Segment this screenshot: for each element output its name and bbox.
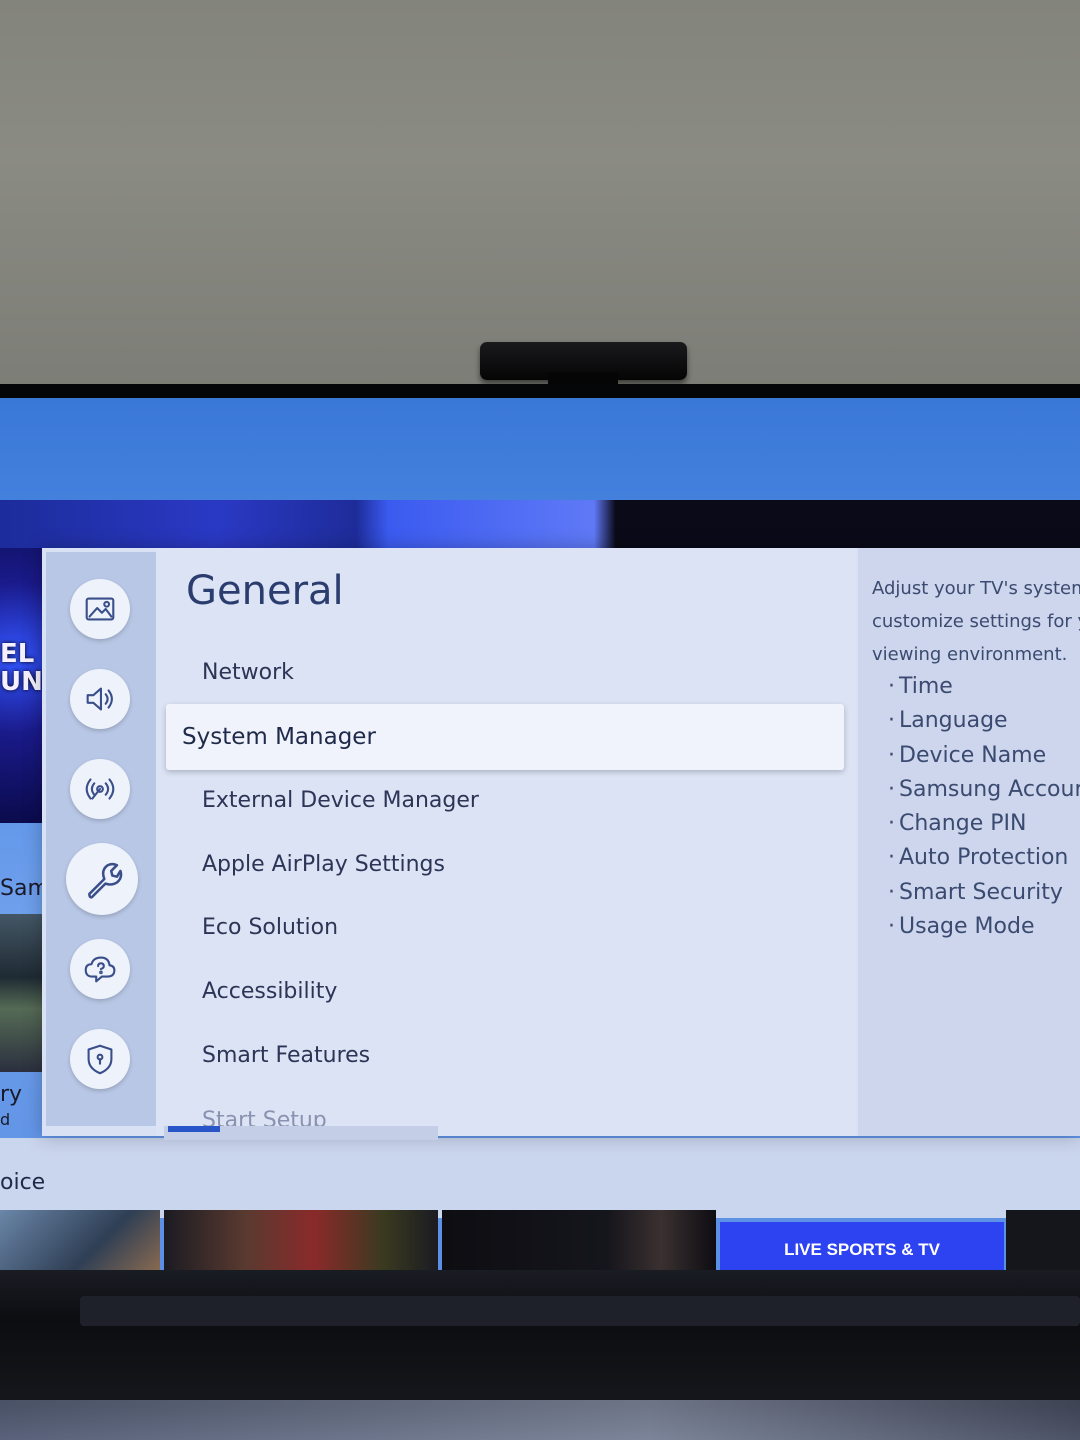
menu-item-eco-solution[interactable]: Eco Solution (202, 915, 338, 940)
picture-icon[interactable] (70, 579, 130, 639)
settings-category-rail (46, 552, 156, 1126)
live-sports-label: LIVE SPORTS & TV (784, 1240, 940, 1259)
voice-label: oice (0, 1170, 46, 1195)
settings-panel: General Network System Manager External … (42, 548, 1080, 1136)
content-tile-2[interactable] (164, 1210, 438, 1270)
screen-reflection (0, 1400, 1080, 1440)
promo-tile[interactable]: EL UN (0, 548, 44, 823)
general-wrench-icon[interactable] (66, 843, 138, 915)
description-item-change-pin: Change PIN (888, 811, 1080, 845)
promo-text: EL UN (0, 639, 43, 697)
description-item-language: Language (888, 708, 1080, 742)
description-item-auto-protection: Auto Protection (888, 845, 1080, 879)
tv-screen: EL UN Sam ry d oice General Network Syst… (0, 398, 1080, 1270)
menu-item-apple-airplay-settings[interactable]: Apple AirPlay Settings (202, 852, 445, 877)
description-pane: Adjust your TV's system customize settin… (858, 548, 1080, 1136)
support-icon[interactable] (70, 939, 130, 999)
privacy-shield-icon[interactable] (70, 1029, 130, 1089)
menu-item-system-manager[interactable]: System Manager (166, 704, 844, 770)
side-caption-2: ry (0, 1082, 23, 1107)
home-background-banner (0, 500, 1080, 550)
content-tile-3[interactable] (442, 1210, 716, 1270)
description-list: Time Language Device Name Samsung Accour… (888, 674, 1080, 948)
side-caption-3: d (0, 1110, 11, 1129)
description-item-usage-mode: Usage Mode (888, 914, 1080, 948)
content-tile-1[interactable] (0, 1210, 160, 1270)
menu-item-label: System Manager (182, 724, 376, 750)
home-row-background (0, 1138, 1080, 1218)
home-row-scroll-thumb (168, 1126, 220, 1132)
content-tile-5[interactable] (1006, 1210, 1080, 1270)
page-title: General (186, 568, 344, 614)
menu-item-network[interactable]: Network (202, 660, 294, 685)
menu-item-start-setup[interactable]: Start Setup (202, 1108, 327, 1126)
menu-item-accessibility[interactable]: Accessibility (202, 979, 337, 1004)
settings-main-list: General Network System Manager External … (156, 548, 856, 1136)
menu-item-external-device-manager[interactable]: External Device Manager (202, 788, 479, 813)
sound-icon[interactable] (70, 669, 130, 729)
room-wall (0, 0, 1080, 392)
menu-item-smart-features[interactable]: Smart Features (202, 1043, 370, 1068)
broadcasting-icon[interactable] (70, 759, 130, 819)
description-item-time: Time (888, 674, 1080, 708)
soundbar (80, 1296, 1080, 1326)
description-text: Adjust your TV's system customize settin… (872, 578, 1080, 665)
description-item-device-name: Device Name (888, 743, 1080, 777)
live-sports-tile[interactable]: LIVE SPORTS & TV (720, 1222, 1004, 1270)
side-thumbnail[interactable] (0, 914, 46, 1072)
description-item-smart-security: Smart Security (888, 880, 1080, 914)
description-item-samsung-account: Samsung Accour (888, 777, 1080, 811)
